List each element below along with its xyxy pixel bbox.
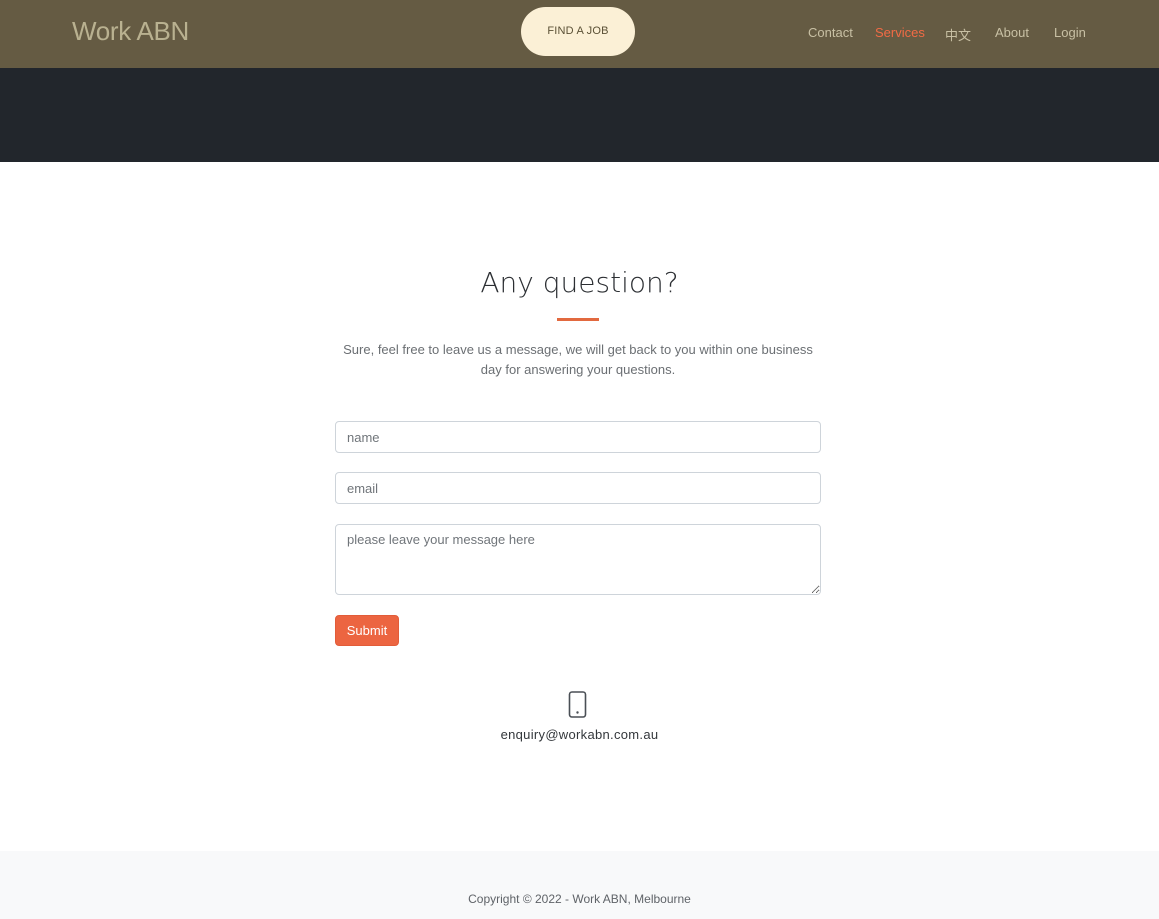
page-footer: Copyright © 2022 - Work ABN, Melbourne — [0, 851, 1159, 919]
mobile-phone-icon — [567, 691, 588, 718]
contact-email-link[interactable]: enquiry@workabn.com.au — [0, 727, 1159, 742]
hero-banner — [0, 68, 1159, 162]
nav-links: Contact Services 中文 About Login — [0, 25, 1159, 43]
nav-link-contact[interactable]: Contact — [808, 25, 853, 40]
title-divider — [557, 318, 599, 321]
section-lead: Sure, feel free to leave us a message, w… — [343, 342, 813, 377]
message-textarea[interactable] — [335, 524, 821, 595]
nav-link-login[interactable]: Login — [1054, 25, 1086, 40]
top-navbar: Work ABN FIND A JOB Contact Services 中文 … — [0, 0, 1159, 68]
copyright-text: Copyright © 2022 - Work ABN, Melbourne — [468, 892, 691, 906]
name-input[interactable] — [335, 421, 821, 453]
nav-link-chinese[interactable]: 中文 — [945, 25, 971, 44]
nav-link-about[interactable]: About — [995, 25, 1029, 40]
section-title: Any question? — [480, 266, 679, 299]
nav-link-services[interactable]: Services — [875, 25, 925, 40]
submit-button[interactable]: Submit — [335, 615, 399, 646]
email-input[interactable] — [335, 472, 821, 504]
